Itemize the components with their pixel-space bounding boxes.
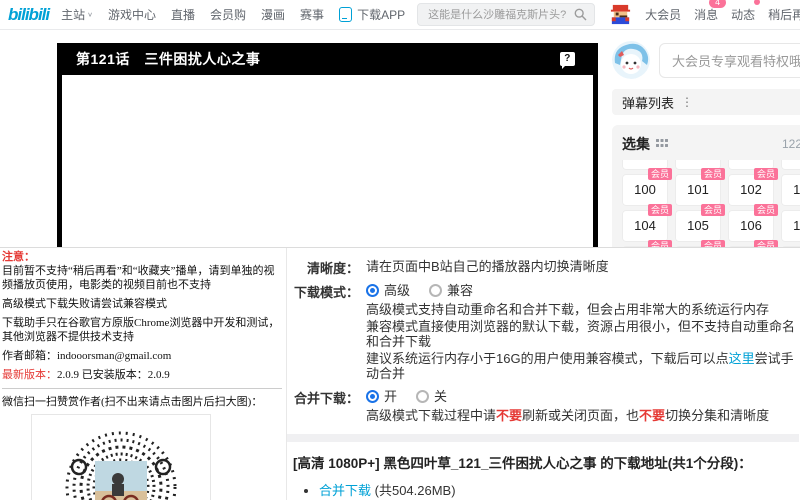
mode-compat-radio[interactable] [429,284,443,297]
merge-label: 合并下载： [293,391,359,406]
nav-item-messages[interactable]: 消息 4 [694,0,727,23]
anime-avatar[interactable] [612,41,650,79]
nav-item-vip[interactable]: 大会员 [645,6,681,23]
vip-hint-row: 大会员专享观看特权哦~ [612,40,800,80]
phone-download-icon [339,7,353,22]
grid-icon[interactable] [656,138,668,150]
warning-title: 注意： [2,251,35,263]
nav-item-live[interactable]: 直播 [171,6,195,23]
quality-row: 清晰度： 请在页面中B站自己的播放器内切换清晰度 [287,258,799,277]
mode-row: 下载模式： 高级 兼容 高级模式支持自动重命名和合并下载，但会占用非常大的系统运… [287,282,799,383]
merge-off-label[interactable]: 关 [434,388,447,405]
episode-card[interactable]: 会员 105 [675,204,725,242]
vip-badge: 会员 [700,204,725,216]
episodes-row: 会员100 会员101 会员102 会员103 [622,168,800,206]
search-icon[interactable] [574,8,587,21]
danmaku-list-bar[interactable]: 弹幕列表 ⋮ [612,89,800,115]
helper-notes-column: 注意： 目前暂不支持“稍后再看”和“收藏夹”播单，请到单独的视频播放页使用，电影… [2,250,282,500]
mode-advanced-label[interactable]: 高级 [384,282,410,299]
vip-badge: 会员 [647,204,672,216]
download-list: 合并下载 (共504.26MB) [319,480,799,499]
donate-hint: 微信扫一扫赞赏作者(扫不出来请点击图片后扫大图)： [2,396,263,408]
right-sidebar: 大会员专享观看特权哦~ 弹幕列表 ⋮ 选集 122/1 96 97 9 [612,40,800,278]
vip-badge: 会员 [753,204,778,216]
author-line: 作者邮箱：indooorsman@gmail.com [2,350,172,362]
danmaku-list-label: 弹幕列表 [622,95,675,111]
nav-item-shop[interactable]: 会员购 [210,6,246,23]
mode-advanced-radio[interactable] [366,284,379,297]
helper-settings-column: 清晰度： 请在页面中B站自己的播放器内切换清晰度 下载模式： 高级 兼容 高级模… [286,248,799,500]
kebab-menu-icon[interactable]: ⋮ [681,95,693,109]
warning-note: 注意： 目前暂不支持“稍后再看”和“收藏夹”播单，请到单独的视频播放页使用，电影… [2,250,282,292]
compat-tip: 高级模式下载失败请尝试兼容模式 [2,298,167,310]
episode-card[interactable]: 会员 102 [728,168,778,206]
download-size: (共504.26MB) [374,483,456,498]
download-title: [高清 1080P+] 黑色四叶草_121_三件困扰人心之事 的下载地址(共1个… [293,456,752,471]
qr-code-image [65,431,177,500]
version-line: 最新版本：2.0.9 已安装版本：2.0.9 [2,369,170,381]
quality-text: 请在页面中B站自己的播放器内切换清晰度 [366,259,609,274]
download-app-button[interactable]: 下载APP [339,6,405,23]
episodes-row: 会员104 会员105 会员106 会员107 [622,204,800,242]
search-input[interactable] [418,8,595,21]
nav-item-dynamics[interactable]: 动态 [731,0,761,23]
mode-label: 下载模式： [293,285,359,300]
episodes-panel: 选集 122/1 96 97 98 99 会员100 [612,125,800,278]
quality-label: 清晰度： [306,261,359,276]
section-divider [287,434,799,442]
episode-card[interactable]: 会员 106 [728,204,778,242]
author-email: indooorsman@gmail.com [57,350,172,362]
download-section: [高清 1080P+] 黑色四叶草_121_三件困扰人心之事 的下载地址(共1个… [287,452,799,500]
merge-row: 合并下载： 开 关 高级模式下载过程中请不要刷新或关闭页面，也不要切换分集和清晰… [287,388,799,425]
message-count-badge: 4 [709,0,727,8]
search-box [417,3,596,26]
merge-off-radio[interactable] [416,390,430,403]
vip-badge: 会员 [700,168,725,180]
merged-download-link[interactable]: 合并下载 [319,483,371,498]
notes-divider [2,388,282,389]
vip-hint-pill[interactable]: 大会员专享观看特权哦~ [659,42,800,78]
nav-item-esports[interactable]: 赛事 [300,6,324,23]
warning-body: 目前暂不支持“稍后再看”和“收藏夹”播单，请到单独的视频播放页使用，电影类的视频… [2,265,275,291]
bilibili-logo[interactable]: bilibili [8,5,50,25]
player-help-button[interactable]: ? [560,52,575,69]
nav-item-game-center[interactable]: 游戏中心 [108,6,156,23]
merge-on-label[interactable]: 开 [384,388,397,405]
mode-help-2: 兼容模式直接使用浏览器的默认下载，资源占用很小，但不支持自动重命名和合并下载 [366,319,796,349]
episodes-title: 选集 [622,136,650,152]
episodes-header: 选集 122/1 [622,134,800,154]
nav-item-watch-later[interactable]: 稍后再看 [768,6,800,23]
episode-card[interactable]: 会员 100 [622,168,672,206]
chevron-down-icon: ∨ [87,10,93,19]
nav-item-home[interactable]: 主站 ∨ [61,6,93,23]
episode-card[interactable]: 会员107 [781,210,800,242]
top-navbar: bilibili 主站 ∨ 游戏中心 直播 会员购 漫画 赛事 下载APP 这能… [0,0,800,30]
download-helper-panel: 注意： 目前暂不支持“稍后再看”和“收藏夹”播单，请到单独的视频播放页使用，电影… [0,247,800,500]
user-area: 大会员 消息4 动态 稍后再看 收藏 历史 创作 [609,0,800,26]
vip-badge: 会员 [753,168,778,180]
notification-dot [754,0,761,5]
primary-nav: 主站 ∨ 游戏中心 直播 会员购 漫画 赛事 下载APP [61,6,405,23]
episode-card[interactable]: 99 [781,160,800,170]
browser-tip: 下载助手只在谷歌官方原版Chrome浏览器中开发和测试，其他浏览器不提供技术支持 [2,317,280,343]
mode-help-1: 高级模式支持自动重命名和合并下载，但会占用非常大的系统运行内存 [366,302,770,317]
episode-card[interactable]: 会员 101 [675,168,725,206]
nav-item-manga[interactable]: 漫画 [261,6,285,23]
wechat-donate-qr[interactable] [31,414,211,500]
video-player: 第121话 三件困扰人心之事 ? [57,43,598,250]
merge-warning: 高级模式下载过程中请不要刷新或关闭页面，也不要切换分集和清晰度 [366,408,770,423]
player-titlebar: 第121话 三件困扰人心之事 ? [62,43,593,75]
page: bilibili 主站 ∨ 游戏中心 直播 会员购 漫画 赛事 下载APP 这能… [0,0,800,500]
download-list-item: 合并下载 (共504.26MB) [319,480,799,499]
episode-card[interactable]: 会员103 [781,174,800,206]
mode-compat-label[interactable]: 兼容 [447,282,473,299]
mode-help-3: 建议系统运行内存小于16G的用户使用兼容模式，下载后可以点这里尝试手动合并 [366,351,794,381]
vip-badge: 会员 [647,168,672,180]
user-avatar[interactable] [609,3,632,26]
episode-card[interactable]: 会员 104 [622,204,672,242]
episodes-counter: 122/1 [781,137,800,151]
merge-on-radio[interactable] [366,390,379,403]
manual-merge-link[interactable]: 这里 [729,351,755,366]
episode-title: 第121话 三件困扰人心之事 [76,51,261,67]
